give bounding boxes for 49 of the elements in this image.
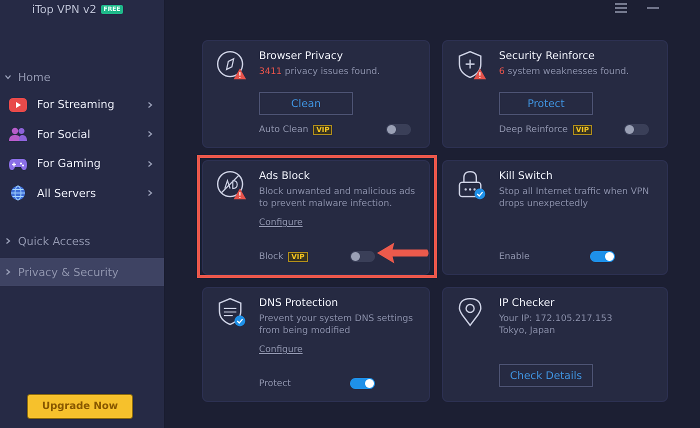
card-title: Kill Switch [499,170,554,182]
action-button[interactable]: Clean [259,92,353,115]
chevron-icon [4,268,12,276]
chevron-icon [146,130,154,138]
upgrade-button[interactable]: Upgrade Now [27,394,133,419]
nav-section[interactable]: Quick Access [0,228,164,254]
info-text: Tokyo, Japan [499,325,556,337]
chevron-icon [4,73,12,81]
nav-item[interactable]: All Servers [0,178,164,208]
app-title: iTop VPN v2 [32,3,97,16]
option-label: Auto Clean [259,124,308,134]
card-description: Prevent your system DNS settings from being modified [259,313,414,337]
toggle-switch[interactable] [624,124,649,135]
play-icon [8,96,28,113]
action-button[interactable]: Check Details [499,364,593,387]
card-title: Browser Privacy [259,50,344,62]
action-button[interactable]: Protect [499,92,593,115]
toggle-switch[interactable] [350,378,375,389]
toggle-switch[interactable] [350,251,375,262]
nav-item[interactable]: For Streaming [0,90,164,120]
info-text: Your IP: 172.105.217.153 [499,313,614,325]
scan-result: 3411 privacy issues found. [259,66,381,78]
nav-section[interactable]: Home [0,64,164,90]
card-title: Ads Block [259,170,311,182]
toggle-switch[interactable] [590,251,615,262]
option-label: Protect [259,378,291,388]
globe-icon [8,185,28,202]
chevron-icon [146,160,154,168]
card-description: Block unwanted and malicious ads to prevent malware infection. [259,186,416,210]
scan-result: 6 system weaknesses found. [499,66,630,78]
arrow-icon [375,240,431,266]
option-label: Enable [499,252,530,262]
nav-item[interactable]: For Gaming [0,149,164,178]
nav-section[interactable]: Privacy & Security [0,258,164,286]
people-icon [8,126,28,142]
card-title: DNS Protection [259,297,340,309]
card-title: IP Checker [499,297,556,309]
card-title: Security Reinforce [499,50,596,62]
chevron-icon [146,100,154,109]
option-label: Deep Reinforce [499,124,568,134]
chevron-icon [4,237,12,245]
nav-item[interactable]: For Social [0,120,164,149]
configure-link[interactable]: Configure [259,345,303,355]
configure-link[interactable]: Configure [259,218,303,228]
menu-icon[interactable] [614,2,628,14]
card-description: Stop all Internet traffic when VPN drops unexpectedly [499,186,650,210]
option-label: Block [259,252,284,262]
toggle-switch[interactable] [386,124,411,135]
chevron-icon [146,189,154,198]
